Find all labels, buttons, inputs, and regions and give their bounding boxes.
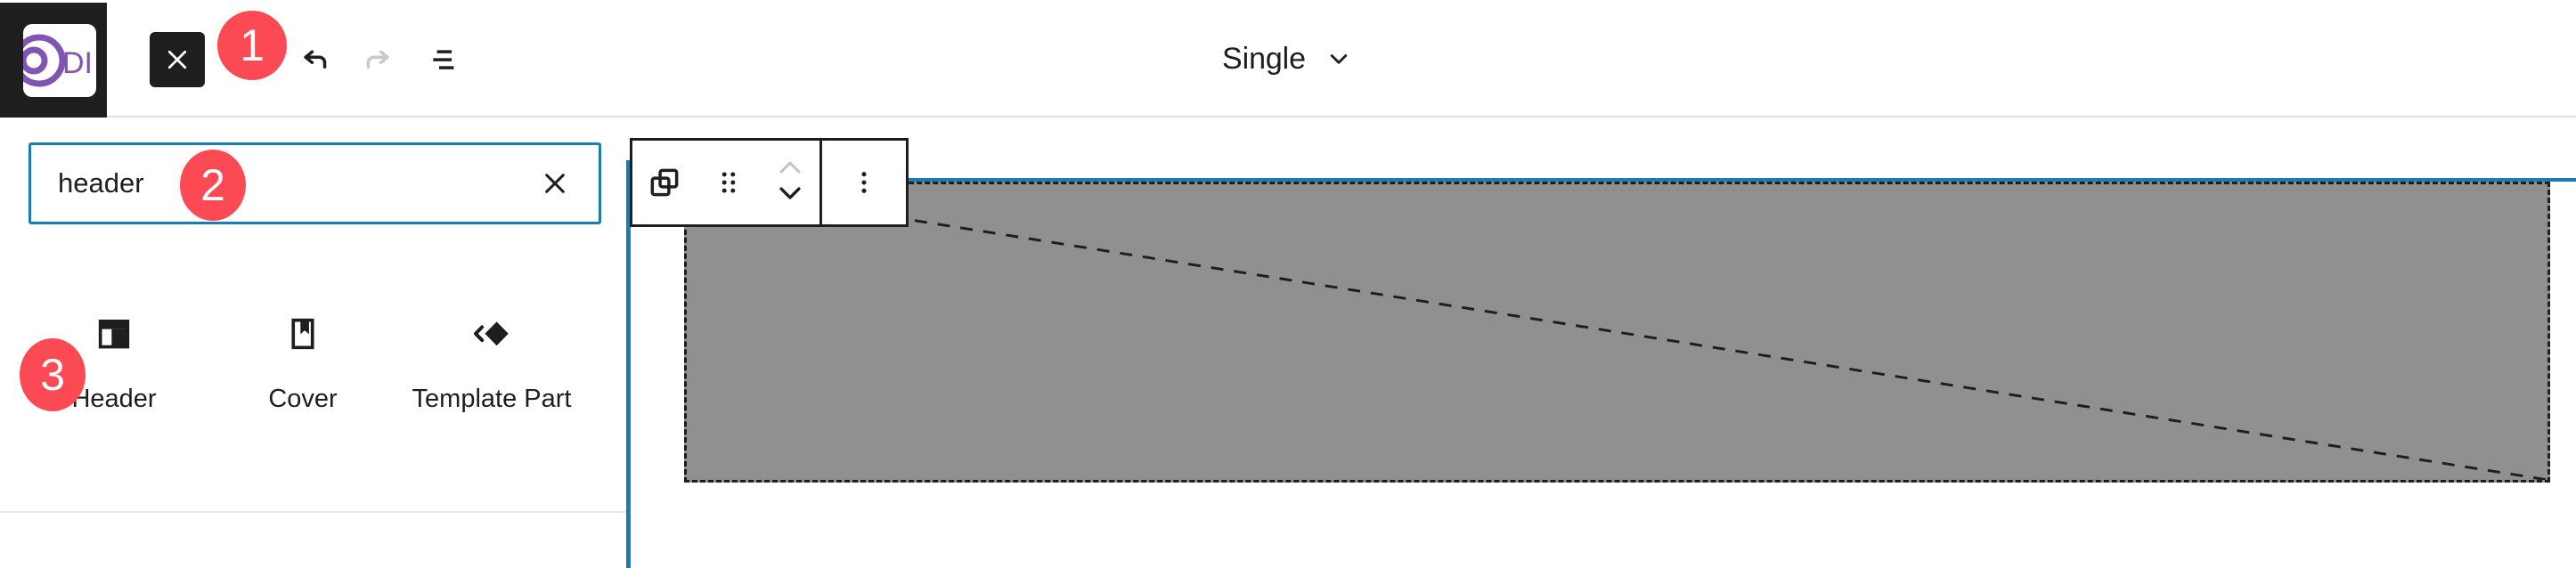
document-title-label: Single [1222, 41, 1306, 76]
close-icon [167, 50, 187, 69]
undo-button[interactable] [287, 32, 342, 87]
chevron-up-icon [779, 161, 801, 174]
header-layout-icon [94, 294, 135, 374]
site-logo-icon: DI [23, 23, 96, 97]
document-overview-icon [433, 50, 454, 69]
block-toolbar-main-group [632, 141, 819, 224]
drag-handle-icon [721, 172, 736, 193]
kebab-menu-icon [861, 172, 867, 193]
editor-top-bar: DI Single [0, 0, 2576, 118]
undo-icon [304, 50, 327, 69]
chevron-down-icon [1330, 54, 1348, 64]
block-item-label: Header [71, 385, 157, 413]
block-editor-screen: DI Single header Header Cover Template P… [0, 0, 2576, 568]
clear-search-button[interactable] [533, 161, 577, 206]
group-blocks-icon [650, 168, 679, 197]
inserter-results-list: Header Cover Template Part [0, 294, 628, 414]
template-part-icon [470, 294, 513, 374]
inserter-search-row: header [29, 142, 601, 224]
block-inserter-panel: header Header Cover Template Part [0, 119, 628, 568]
block-toolbar [630, 138, 909, 227]
document-overview-button[interactable] [415, 32, 470, 87]
search-input-value: header [58, 167, 144, 199]
chevron-down-icon [779, 187, 801, 199]
svg-text:DI: DI [62, 46, 93, 80]
search-input[interactable]: header [29, 142, 601, 224]
block-toolbar-options-group [822, 141, 906, 224]
block-mover-group [761, 141, 819, 224]
move-down-button[interactable] [775, 183, 805, 207]
cover-bookmark-icon [282, 294, 323, 374]
block-item-cover[interactable]: Cover [208, 294, 397, 414]
block-item-label: Cover [268, 385, 338, 413]
redo-icon [366, 50, 389, 69]
placeholder-diagonal-icon [687, 184, 2547, 480]
block-item-label: Template Part [412, 385, 572, 413]
inserter-divider [0, 511, 628, 513]
block-item-header[interactable]: Header [20, 294, 208, 414]
block-type-button[interactable] [632, 141, 697, 224]
close-icon [545, 174, 565, 193]
move-up-button[interactable] [775, 158, 805, 182]
block-options-button[interactable] [822, 141, 906, 224]
redo-button[interactable] [351, 32, 406, 87]
document-title-dropdown[interactable]: Single [1222, 42, 1354, 77]
drag-handle-button[interactable] [697, 141, 761, 224]
editor-canvas [631, 119, 2576, 568]
site-icon-button[interactable]: DI [0, 3, 107, 118]
image-placeholder-block[interactable] [684, 182, 2550, 483]
block-item-template-part[interactable]: Template Part [397, 294, 586, 414]
close-inserter-button[interactable] [150, 32, 205, 87]
